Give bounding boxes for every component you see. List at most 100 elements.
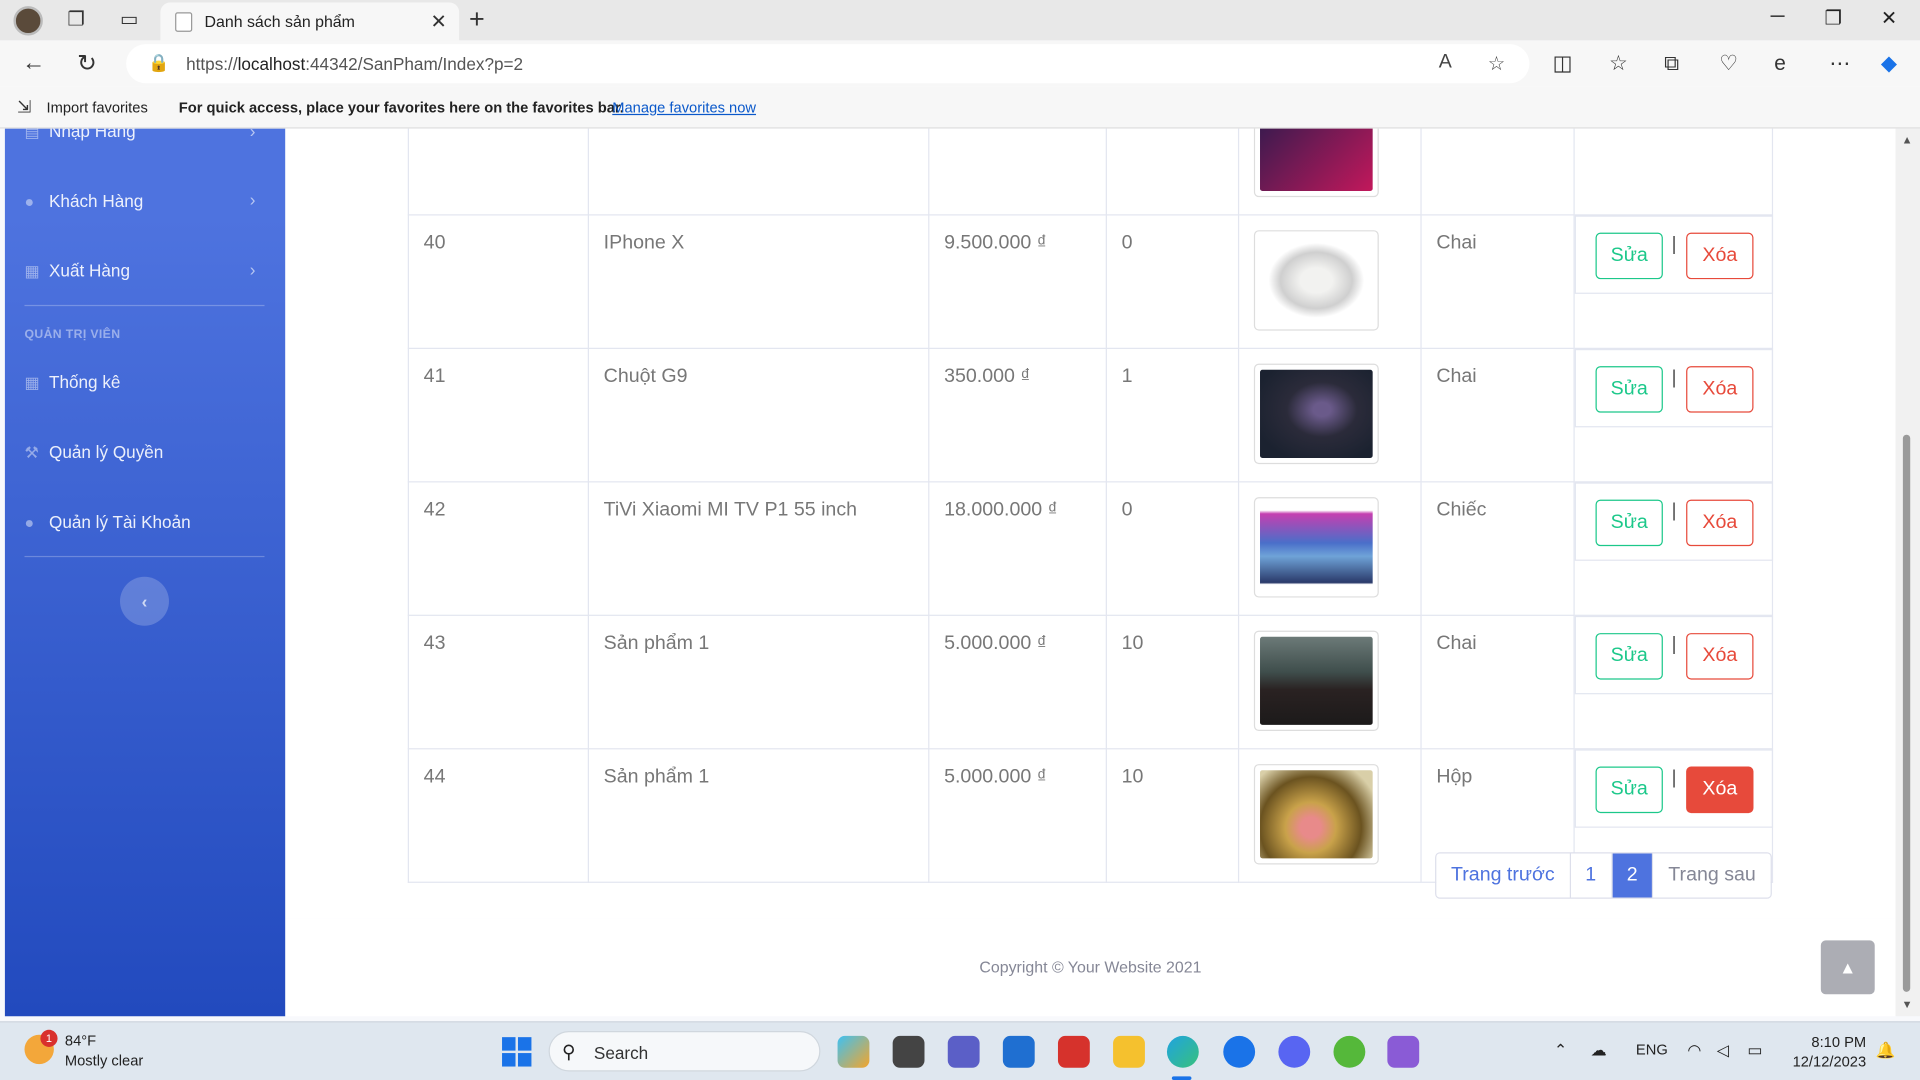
more-icon[interactable]: ⋯ — [1829, 51, 1850, 75]
import-favorites-icon[interactable]: ⇲ — [17, 97, 31, 118]
notification-bell-icon[interactable]: 🔔 — [1876, 1041, 1896, 1061]
url-field[interactable]: 🔒 https://localhost:44342/SanPham/Index?… — [126, 44, 1530, 84]
read-aloud-icon[interactable]: A — [1439, 51, 1452, 73]
system-clock[interactable]: 8:10 PM 12/12/2023 — [1789, 1032, 1867, 1071]
row-actions: Sửa | Xóa — [1574, 215, 1774, 294]
edit-button[interactable]: Sửa — [1595, 232, 1663, 280]
sidebar-heading-admin: QUẢN TRỊ VIÊN — [24, 328, 121, 342]
sidebar-item-xuat-hang[interactable]: ▦ Xuất Hàng — [24, 261, 130, 282]
sidebar-item-khach-hang[interactable]: ● Khách Hàng — [24, 191, 143, 211]
sidebar-item-quan-ly-quyen[interactable]: ⚒ Quản lý Quyền — [24, 442, 163, 463]
battery-icon[interactable]: ▭ — [1747, 1041, 1762, 1061]
edit-button[interactable]: Sửa — [1595, 366, 1663, 413]
product-price: 5.000.000 ₫ — [928, 614, 1107, 750]
product-image — [1253, 630, 1379, 732]
delete-button[interactable]: Xóa — [1686, 232, 1754, 280]
tab-actions-icon[interactable]: ▭ — [120, 7, 139, 31]
wifi-icon[interactable]: ◠ — [1687, 1041, 1701, 1061]
next-page-button[interactable]: Trang sau — [1653, 853, 1771, 898]
product-quantity: 0 — [1105, 481, 1240, 616]
delete-button[interactable]: Xóa — [1686, 366, 1754, 413]
split-screen-icon[interactable]: ◫ — [1553, 51, 1573, 75]
table-row: 42 TiVi Xiaomi MI TV P1 55 inch 18.000.0… — [407, 481, 1774, 616]
sidebar: ▤ Nhập Hàng › ● Khách Hàng › ▦ Xuất Hàng › … — [4, 128, 286, 1017]
collections-icon[interactable]: ⧉ — [1664, 51, 1679, 75]
tab-active[interactable]: Danh sách sản phẩm ✕ — [160, 2, 460, 41]
refresh-icon[interactable]: ↻ — [77, 50, 96, 78]
manage-favorites-link[interactable]: Manage favorites now — [612, 99, 756, 116]
taskbar-search[interactable]: ⚲ Search — [548, 1031, 821, 1072]
edit-button[interactable]: Sửa — [1595, 499, 1663, 547]
sidebar-toggle-button[interactable]: ‹ — [120, 576, 169, 626]
product-price: 5.000.000 ₫ — [928, 748, 1107, 883]
scroll-to-top-button[interactable]: ▲ — [1820, 940, 1875, 995]
user-icon: ● — [24, 513, 35, 532]
sidebar-item-quan-ly-tai-khoan[interactable]: ● Quản lý Tài Khoản — [24, 512, 190, 532]
mail-app-icon[interactable] — [1002, 1035, 1035, 1068]
product-name: Chuột G9 — [587, 347, 930, 483]
favorites-icon[interactable]: ☆ — [1609, 51, 1628, 75]
profile-avatar[interactable] — [13, 6, 43, 36]
browser-essentials-icon[interactable]: ♡ — [1719, 51, 1738, 75]
product-id: 43 — [407, 614, 589, 750]
edge-app-icon[interactable] — [1166, 1035, 1199, 1068]
chevron-up-icon: ▲ — [1839, 957, 1857, 978]
favorite-star-icon[interactable]: ☆ — [1488, 51, 1506, 75]
scroll-down-icon[interactable]: ▼ — [1902, 998, 1913, 1010]
prev-page-button[interactable]: Trang trước — [1436, 853, 1571, 898]
back-icon[interactable]: ← — [22, 50, 45, 77]
edge-bar-icon[interactable]: e — [1774, 51, 1786, 75]
page-icon — [175, 12, 193, 32]
delete-button[interactable]: Xóa — [1686, 766, 1754, 814]
onedrive-icon[interactable]: ☁ — [1591, 1041, 1607, 1061]
close-tab-icon[interactable]: ✕ — [431, 10, 447, 34]
new-tab-icon[interactable]: + — [469, 4, 485, 36]
chevron-right-icon: › — [249, 189, 256, 210]
copilot-icon[interactable]: ◆ — [1881, 51, 1897, 75]
product-unit: Chai — [1420, 347, 1575, 483]
weather-temperature[interactable]: 84°F — [65, 1032, 96, 1049]
file-explorer-icon[interactable] — [1113, 1035, 1145, 1068]
page-2-button[interactable]: 2 — [1612, 853, 1654, 898]
page-1-button[interactable]: 1 — [1570, 853, 1613, 898]
windows-start-icon[interactable] — [502, 1037, 532, 1067]
close-window-icon[interactable]: ✕ — [1881, 6, 1897, 30]
main-content: 40 IPhone X 9.500.000 ₫ 0 Chai Sửa | Xóa 4… — [285, 128, 1896, 919]
page-scrollbar[interactable]: ▲ ▼ — [1895, 128, 1920, 1017]
teams-app-icon[interactable] — [947, 1035, 980, 1068]
product-id: 41 — [407, 347, 589, 483]
scroll-up-icon[interactable]: ▲ — [1902, 133, 1913, 145]
workspaces-icon[interactable]: ❐ — [67, 7, 85, 31]
windows-taskbar: 1 84°F Mostly clear ⚲ Search ⌃ ☁ ENG ◠ ◁… — [0, 1021, 1920, 1080]
sidebar-item-thong-ke[interactable]: ▦ Thống kê — [24, 372, 120, 393]
copilot-app-icon[interactable] — [837, 1035, 870, 1068]
language-indicator[interactable]: ENG — [1636, 1041, 1668, 1058]
row-actions: Sửa | Xóa — [1574, 482, 1774, 561]
volume-icon[interactable]: ◁ — [1717, 1041, 1729, 1061]
edit-button[interactable]: Sửa — [1595, 766, 1663, 814]
delete-button[interactable]: Xóa — [1686, 633, 1754, 680]
product-name: Sản phẩm 1 — [587, 614, 930, 750]
discord-app-icon[interactable] — [1278, 1035, 1311, 1068]
tray-expand-icon[interactable]: ⌃ — [1554, 1041, 1567, 1061]
chevron-right-icon: › — [249, 128, 256, 141]
browser-app-icon[interactable] — [1333, 1035, 1366, 1068]
edit-button[interactable]: Sửa — [1595, 633, 1663, 680]
weather-description[interactable]: Mostly clear — [65, 1052, 143, 1069]
visual-studio-icon[interactable] — [1387, 1035, 1420, 1068]
restore-icon[interactable]: ❐ — [1825, 6, 1843, 30]
taskview-app-icon[interactable] — [892, 1035, 925, 1068]
scrollbar-thumb[interactable] — [1902, 434, 1911, 992]
row-actions: Sửa | Xóa — [1574, 348, 1774, 428]
lock-icon[interactable]: 🔒 — [148, 53, 169, 74]
sidebar-item-nhap-hang[interactable]: ▤ Nhập Hàng — [24, 129, 135, 142]
import-favorites-button[interactable]: Import favorites — [47, 99, 148, 116]
delete-button[interactable]: Xóa — [1686, 499, 1754, 547]
truck-icon: ▤ — [24, 128, 40, 141]
office-app-icon[interactable] — [1057, 1035, 1090, 1068]
minimize-icon[interactable]: ─ — [1771, 6, 1785, 28]
zalo-app-icon[interactable] — [1223, 1035, 1256, 1068]
product-image — [1253, 764, 1379, 865]
tab-title: Danh sách sản phẩm — [204, 12, 355, 31]
product-id: 40 — [407, 214, 589, 349]
